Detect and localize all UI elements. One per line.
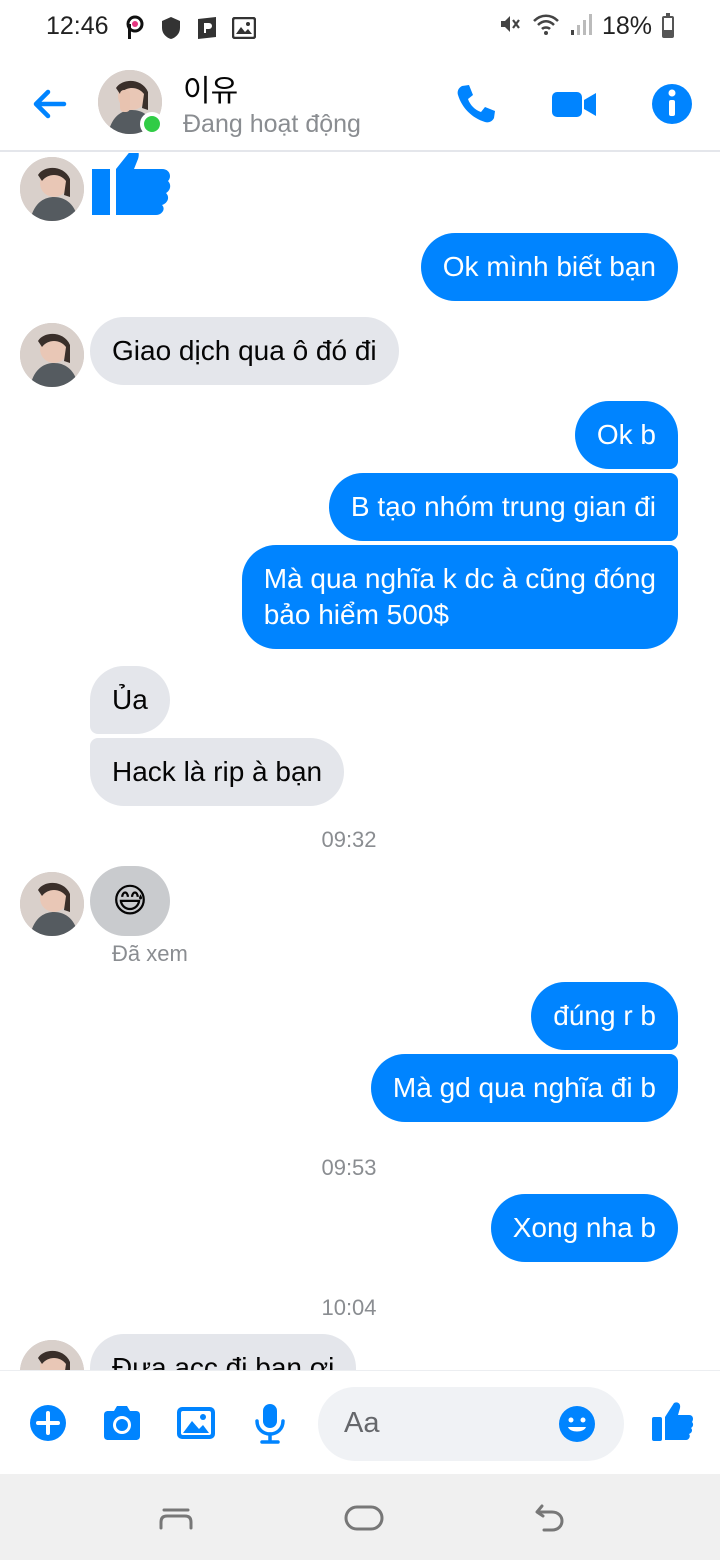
microphone-icon	[255, 1404, 285, 1444]
message-bubble-outgoing[interactable]: Mà gd qua nghĩa đi b	[370, 1054, 678, 1122]
message-line: Mà qua nghĩa k dc à cũng đóng	[263, 563, 656, 594]
wifi-icon	[532, 12, 560, 41]
sender-avatar[interactable]	[20, 872, 84, 936]
message-timestamp: 09:32	[321, 827, 377, 852]
like-button[interactable]	[650, 1399, 694, 1443]
seen-indicator: Đã xem	[112, 941, 188, 966]
contact-status: Đang hoạt động	[183, 110, 361, 138]
status-right: 18%	[498, 12, 674, 41]
call-button[interactable]	[452, 80, 500, 128]
like-icon	[652, 1402, 694, 1441]
message-timestamp: 10:04	[321, 1295, 377, 1320]
home-icon	[344, 1505, 384, 1531]
sender-avatar[interactable]	[20, 1340, 84, 1370]
message-thread[interactable]: Ok mình biết bạn Giao dịch qua ô đó đi O…	[0, 153, 720, 1370]
picsart-icon	[124, 15, 146, 46]
emoji-button[interactable]	[558, 1405, 596, 1443]
message-bubble-outgoing[interactable]: B tạo nhóm trung gian đi	[328, 473, 678, 541]
signal-icon	[570, 12, 592, 41]
gallery-button[interactable]	[174, 1401, 218, 1445]
thumbs-up-icon	[92, 153, 171, 215]
back-icon	[535, 1504, 564, 1532]
emoji-icon	[559, 1406, 595, 1442]
sender-avatar[interactable]	[20, 323, 84, 387]
back-arrow-icon	[33, 89, 67, 119]
message-bubble-incoming[interactable]: Giao dịch qua ô đó đi	[90, 317, 399, 385]
message-timestamp: 09:53	[321, 1155, 377, 1180]
recent-apps-icon	[159, 1508, 193, 1530]
camera-button[interactable]	[100, 1401, 144, 1445]
message-bubble-incoming[interactable]: Ủa	[90, 666, 170, 734]
system-navbar	[0, 1474, 720, 1560]
message-input-placeholder: Aa	[344, 1407, 380, 1439]
home-button[interactable]	[344, 1504, 384, 1537]
recent-apps-button[interactable]	[158, 1502, 194, 1537]
voice-button[interactable]	[248, 1401, 292, 1445]
mute-icon	[498, 12, 522, 41]
notification-icons	[124, 15, 257, 46]
online-indicator	[140, 112, 164, 136]
message-bubble-outgoing[interactable]: đúng r b	[531, 982, 678, 1050]
message-bubble-incoming[interactable]: Đưa acc đi bạn ơi	[90, 1334, 357, 1370]
shield-icon	[160, 16, 182, 45]
phone-icon	[457, 85, 495, 123]
info-icon	[652, 84, 692, 124]
gallery-icon	[177, 1407, 215, 1439]
message-bubble-outgoing[interactable]: Xong nha b	[490, 1194, 678, 1262]
plus-icon	[30, 1405, 66, 1441]
more-actions-button[interactable]	[26, 1401, 70, 1445]
status-bar: 12:46 18%	[0, 0, 720, 56]
camera-icon	[104, 1406, 140, 1440]
sender-avatar[interactable]	[20, 157, 84, 221]
status-time: 12:46	[46, 12, 109, 40]
image-icon	[231, 16, 257, 44]
chat-header: 이유 Đang hoạt động	[0, 56, 720, 152]
battery-icon	[662, 12, 674, 38]
contact-name[interactable]: 이유	[183, 66, 238, 110]
message-bubble-outgoing[interactable]: Mà qua nghĩa k dc à cũng đóng bảo hiểm 5…	[241, 545, 678, 649]
message-composer: Aa	[0, 1370, 720, 1474]
thumbs-up-sticker[interactable]	[92, 153, 172, 224]
parking-icon	[196, 16, 218, 45]
message-bubble-outgoing[interactable]: Ok b	[574, 401, 678, 469]
video-icon	[552, 92, 596, 117]
emoji-message[interactable]: 😅	[90, 866, 170, 936]
message-line: bảo hiểm 500$	[263, 599, 449, 630]
battery-level: 18%	[601, 12, 652, 40]
message-input[interactable]: Aa	[318, 1387, 624, 1461]
back-button[interactable]	[28, 82, 72, 126]
message-bubble-outgoing[interactable]: Ok mình biết bạn	[420, 233, 678, 301]
back-nav-button[interactable]	[534, 1502, 566, 1539]
message-bubble-incoming[interactable]: Hack là rip à bạn	[90, 738, 345, 806]
info-button[interactable]	[648, 80, 696, 128]
video-call-button[interactable]	[550, 80, 598, 128]
